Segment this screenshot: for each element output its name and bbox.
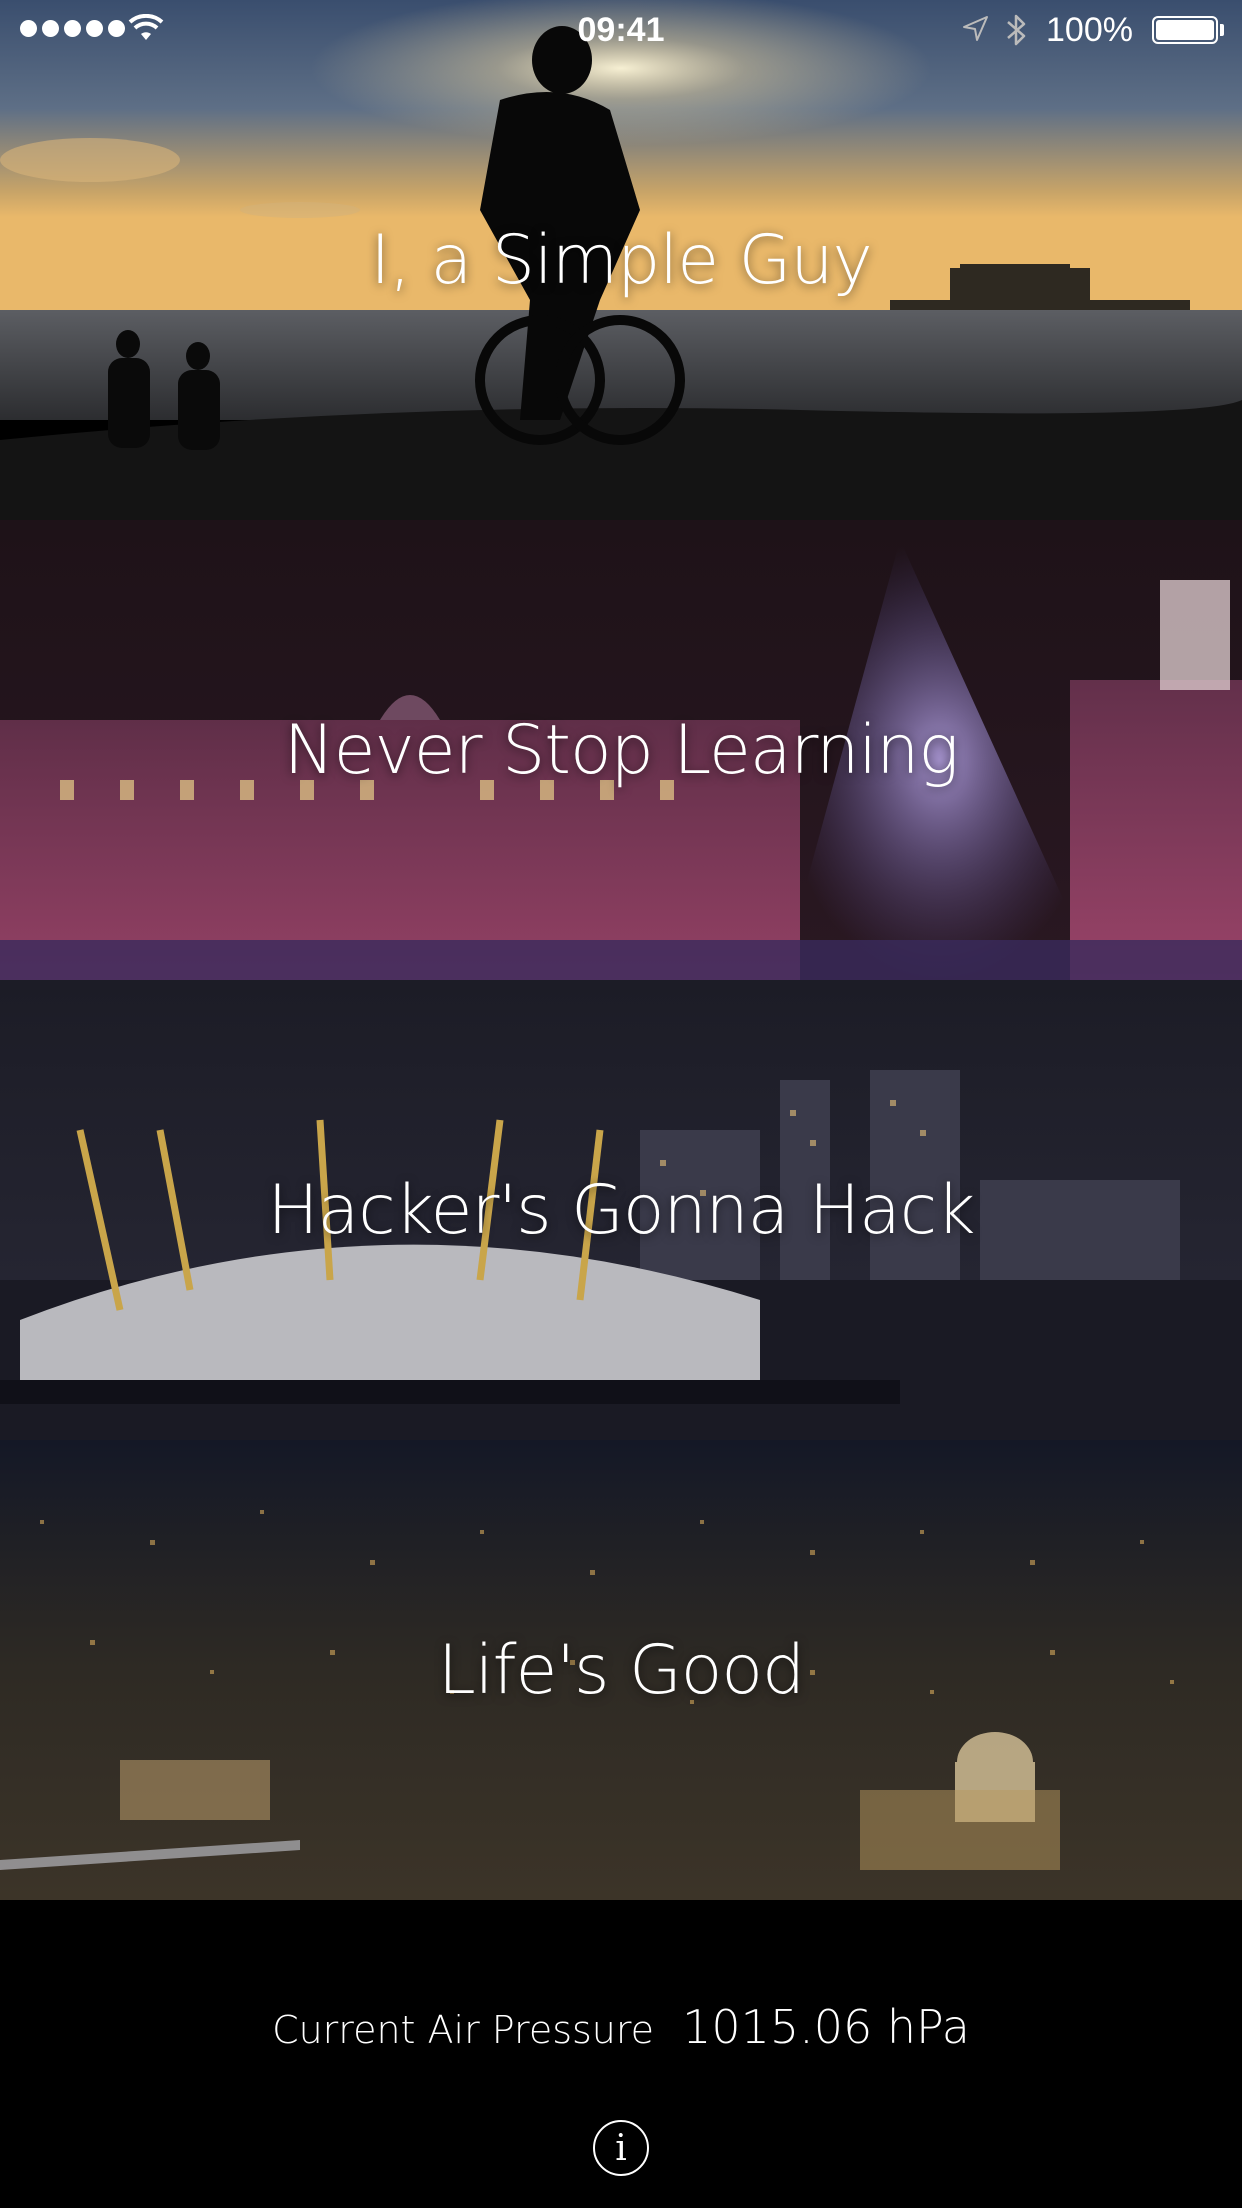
air-pressure-readout: Current Air Pressure 1015.06 hPa xyxy=(0,2000,1242,2054)
card-title: Hacker's Gonna Hack xyxy=(267,1170,975,1250)
battery-icon xyxy=(1152,16,1218,44)
battery-percent: 100% xyxy=(1046,11,1133,49)
pressure-label: Current Air Pressure xyxy=(272,2008,655,2052)
card-title: I, a Simple Guy xyxy=(370,220,872,300)
location-arrow-icon xyxy=(963,16,988,41)
footer: Current Air Pressure 1015.06 hPa i xyxy=(0,1900,1242,2208)
card-title: Life's Good xyxy=(437,1630,805,1710)
card-simple-guy[interactable]: I, a Simple Guy xyxy=(0,0,1242,520)
battery-tip xyxy=(1220,24,1224,36)
card-title: Never Stop Learning xyxy=(283,710,959,790)
card-hackers-gonna-hack[interactable]: Hacker's Gonna Hack xyxy=(0,980,1242,1440)
app-screen: 09:41 100% I, a Simple Guy Never Stop Le… xyxy=(0,0,1242,2208)
bluetooth-icon xyxy=(1007,14,1026,46)
info-icon[interactable]: i xyxy=(593,2120,649,2176)
status-bar: 09:41 100% xyxy=(0,0,1242,60)
card-lifes-good[interactable]: Life's Good xyxy=(0,1440,1242,1900)
card-never-stop-learning[interactable]: Never Stop Learning xyxy=(0,520,1242,980)
pressure-value: 1015.06 hPa xyxy=(682,2000,970,2054)
